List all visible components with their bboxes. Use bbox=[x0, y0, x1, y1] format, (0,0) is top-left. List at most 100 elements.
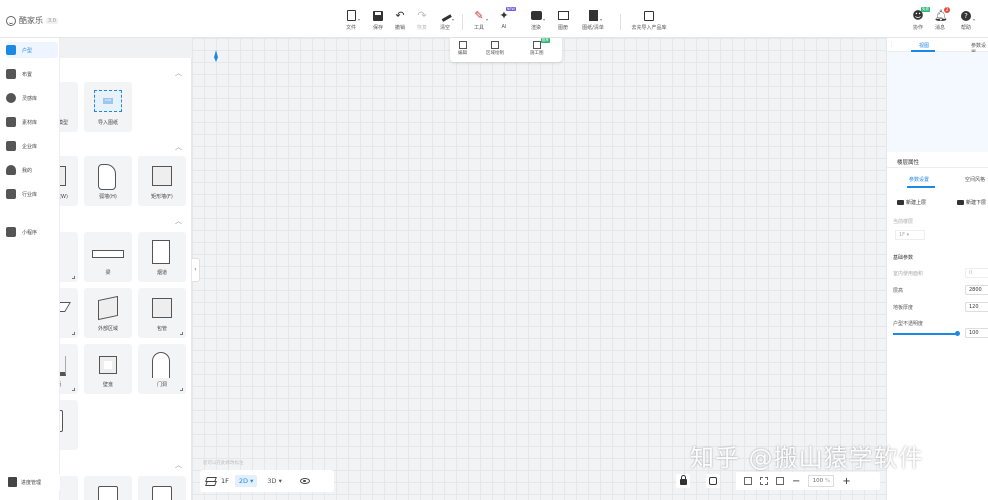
pipe-cover-icon bbox=[152, 298, 172, 318]
fit-view-icon[interactable] bbox=[760, 477, 768, 485]
progress-icon bbox=[8, 477, 17, 487]
zoom-region-icon[interactable] bbox=[776, 477, 784, 485]
chevron-up-icon: ︿ bbox=[175, 217, 182, 225]
app-logo[interactable]: 酷家乐 3.0 bbox=[6, 15, 58, 26]
basic-params-title: 基础参数 bbox=[893, 255, 914, 261]
import-product-icon bbox=[644, 11, 654, 21]
outer-area-icon bbox=[98, 295, 118, 321]
drawing-list-button[interactable]: ▾ 图纸/清单 bbox=[578, 10, 608, 31]
mode-3d-button[interactable]: 3D ▾ bbox=[263, 475, 285, 487]
import-drawing-card[interactable]: CAD 导入图纸 bbox=[84, 82, 132, 132]
canvas-hint: 您可以在此修改标注 bbox=[203, 461, 244, 466]
drag-handle-icon[interactable]: ⋮ bbox=[889, 42, 894, 48]
zoom-in-button[interactable]: + bbox=[842, 476, 850, 487]
door-opening-card[interactable]: 门洞 bbox=[138, 344, 186, 394]
toolbar-divider bbox=[462, 14, 463, 30]
flue-card[interactable]: 烟道 bbox=[138, 232, 186, 282]
beam-card[interactable]: 梁 bbox=[84, 232, 132, 282]
layers-icon[interactable] bbox=[205, 476, 215, 486]
pipe-cover-card[interactable]: 包管 bbox=[138, 288, 186, 338]
edit-tool[interactable]: 编辑 bbox=[458, 41, 467, 56]
tab-space-style[interactable]: 空间风格 bbox=[965, 176, 985, 183]
industry-icon bbox=[6, 189, 16, 199]
opacity-field[interactable]: 100 bbox=[965, 328, 988, 338]
area-icon bbox=[491, 41, 499, 49]
construction-drawing-tool[interactable]: 推荐 施工图 bbox=[530, 38, 550, 56]
help-icon: ? bbox=[961, 11, 971, 21]
sub-tab-underline bbox=[907, 186, 935, 188]
lock-button[interactable] bbox=[676, 474, 690, 488]
layers-icon bbox=[957, 199, 964, 205]
image-icon[interactable] bbox=[744, 477, 752, 485]
album-icon bbox=[557, 11, 569, 20]
lightbulb-icon bbox=[6, 93, 16, 103]
floorplan-icon bbox=[6, 45, 16, 55]
zoom-controls: − 100 % + bbox=[736, 472, 880, 490]
niche-card[interactable]: 壁龛 bbox=[84, 344, 132, 394]
tools-icon: ✎ bbox=[474, 9, 484, 22]
toolbar-divider bbox=[620, 14, 621, 30]
floor-thickness-field[interactable]: 120 bbox=[965, 302, 988, 312]
rail-item-miniapp[interactable]: 小程序 bbox=[6, 224, 58, 240]
mode-2d-button[interactable]: 2D ▾ bbox=[234, 475, 258, 487]
logo-icon bbox=[6, 15, 16, 26]
edit-icon bbox=[458, 41, 467, 49]
outer-area-card[interactable]: 外部区域 bbox=[84, 288, 132, 338]
album-button[interactable]: 图册 bbox=[548, 10, 578, 31]
opacity-slider-track[interactable] bbox=[893, 333, 957, 335]
current-floor-select[interactable]: 1F ▾ bbox=[895, 230, 925, 240]
rail-item-enterprise[interactable]: 企业库 bbox=[6, 138, 58, 154]
window-icon bbox=[152, 486, 172, 500]
zoom-input[interactable]: 100 % bbox=[808, 475, 835, 487]
construction-icon: 推荐 bbox=[532, 38, 550, 49]
tab-view[interactable]: 视图 bbox=[919, 42, 929, 49]
chevron-left-icon: ‹ bbox=[194, 266, 197, 273]
arc-wall-card[interactable]: 弧墙(H) bbox=[84, 156, 132, 206]
recommend-badge: 推荐 bbox=[540, 38, 550, 43]
floor-selector[interactable]: 1F bbox=[221, 477, 229, 485]
zoom-out-button[interactable]: − bbox=[792, 476, 800, 487]
import-product-button[interactable]: 去充导入产品库 bbox=[632, 10, 667, 31]
file-button[interactable]: ▾ 文件 bbox=[336, 10, 366, 31]
puzzle-icon bbox=[6, 227, 16, 237]
rail-item-inspiration[interactable]: 灵感库 bbox=[6, 90, 58, 106]
render-button[interactable]: ▾ 渲染 bbox=[521, 10, 551, 31]
rect-wall-card[interactable]: 矩形墙(F) bbox=[138, 156, 186, 206]
settings-toggle-button[interactable] bbox=[706, 474, 720, 488]
section-title: 楼层属性 bbox=[897, 160, 920, 166]
rail-item-layout[interactable]: 布置 bbox=[6, 66, 58, 82]
right-panel-tabs: ⋮ 视图 参数设置 bbox=[887, 38, 988, 56]
double-door-card[interactable] bbox=[84, 476, 132, 500]
progress-management-button[interactable]: 进度管理 bbox=[0, 474, 60, 490]
new-lower-floor-button[interactable]: 新建下层 bbox=[957, 196, 986, 208]
rail-item-materials[interactable]: 素材库 bbox=[6, 114, 58, 130]
rail-item-industry[interactable]: 行业库 bbox=[6, 186, 58, 202]
collapse-panel-button[interactable]: ‹ bbox=[192, 258, 200, 282]
help-button[interactable]: ? ▾ 帮助 bbox=[951, 10, 981, 31]
tab-param-settings[interactable]: 参数设置 bbox=[909, 176, 929, 183]
rail-item-mine[interactable]: 我的 bbox=[6, 162, 58, 178]
floor-thickness-label: 地板厚度 bbox=[893, 305, 914, 311]
rect-wall-icon bbox=[152, 166, 172, 186]
beam-icon bbox=[92, 250, 124, 258]
window-card[interactable] bbox=[138, 476, 186, 500]
current-floor-label: 当前楼层 bbox=[893, 219, 914, 225]
redo-icon: ↷ bbox=[417, 9, 427, 22]
ai-button[interactable]: ✦ NEW AI bbox=[489, 7, 519, 30]
floor-properties-header: 楼层属性 bbox=[887, 154, 988, 168]
view-preview[interactable] bbox=[887, 52, 988, 152]
new-upper-floor-button[interactable]: 新建上层 bbox=[897, 196, 926, 208]
floor-height-field[interactable]: 2800 bbox=[965, 285, 988, 295]
opacity-slider-handle[interactable] bbox=[955, 331, 960, 336]
eye-icon[interactable] bbox=[299, 478, 310, 484]
save-icon bbox=[373, 11, 383, 21]
design-canvas[interactable] bbox=[192, 38, 886, 500]
clear-button[interactable]: ▾ 清空 bbox=[430, 8, 460, 31]
user-icon bbox=[6, 165, 16, 175]
app-name: 酷家乐 bbox=[19, 16, 43, 25]
watermark: 知乎 @搬山猿学软件 bbox=[690, 444, 924, 472]
area-draw-tool[interactable]: 区域绘制 bbox=[486, 41, 504, 56]
import-drawing-icon: CAD bbox=[94, 90, 122, 112]
drawing-subtoolbar: 编辑 区域绘制 推荐 施工图 bbox=[450, 38, 562, 62]
rail-item-floorplan[interactable]: 户型 bbox=[6, 42, 58, 58]
